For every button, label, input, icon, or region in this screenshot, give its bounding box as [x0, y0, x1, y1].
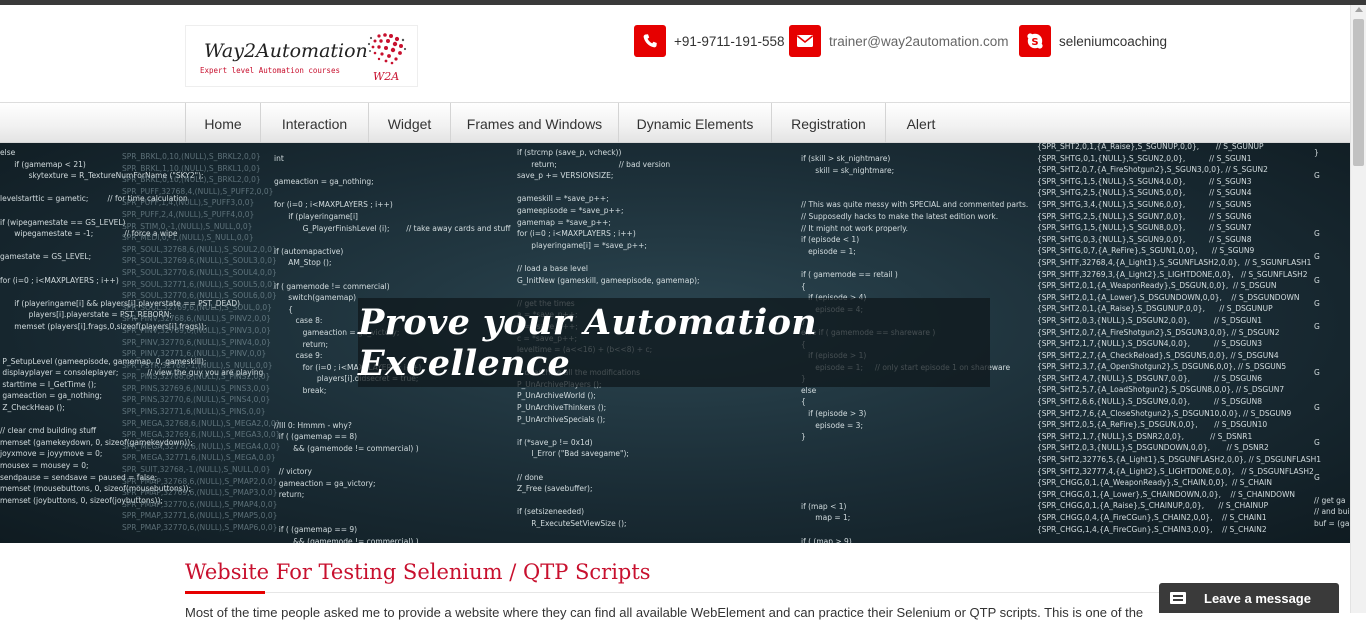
phone-icon	[634, 25, 666, 57]
skype-id: seleniumcoaching	[1059, 33, 1168, 49]
nav-frames-and-windows[interactable]: Frames and Windows	[451, 103, 619, 144]
email-address[interactable]: trainer@way2automation.com	[829, 34, 1009, 49]
nav-interaction[interactable]: Interaction	[261, 103, 369, 144]
skype-icon: S	[1019, 25, 1051, 57]
logo-subtitle: Expert level Automation courses	[200, 66, 340, 75]
hero-banner: else if (gamemap < 21) skytexture = R_Te…	[0, 143, 1350, 543]
leave-message-button[interactable]: Leave a message	[1159, 583, 1339, 613]
section-divider	[185, 592, 1165, 593]
site-logo[interactable]: Way2Automation Expert level Automation c…	[185, 25, 418, 87]
svg-text:S: S	[1031, 37, 1038, 48]
skype-contact[interactable]: S seleniumcoaching	[1019, 25, 1167, 57]
leave-message-label: Leave a message	[1204, 590, 1311, 606]
page-scrollbar[interactable]	[1350, 5, 1366, 613]
chat-icon	[1170, 592, 1186, 604]
nav-widget[interactable]: Widget	[369, 103, 451, 144]
hero-code-column: } G G G G G G G G G G // get ga // and b…	[1314, 148, 1350, 543]
section-title: Website For Testing Selenium / QTP Scrip…	[185, 560, 651, 584]
hero-code-column: SPR_BRKL,0,10,(NULL),S_BRKL2,0,0} SPR_BR…	[122, 152, 281, 532]
hero-code-column: {SPR_SHT2,0,1,{A_Raise},S_SGUNUP,0,0}, /…	[1037, 143, 1321, 534]
nav-registration[interactable]: Registration	[772, 103, 886, 144]
nav-dynamic-elements[interactable]: Dynamic Elements	[619, 103, 772, 144]
logo-mark-text: W2A	[373, 70, 399, 82]
hero-headline: Prove your Automation Excellence	[358, 301, 818, 384]
nav-alert[interactable]: Alert	[886, 103, 956, 144]
scrollbar-thumb[interactable]	[1353, 19, 1364, 166]
logo-mark-icon: W2A	[367, 33, 407, 82]
nav-home[interactable]: Home	[185, 103, 261, 144]
email-contact[interactable]: trainer@way2automation.com	[789, 25, 1009, 57]
section-title-underline	[185, 591, 265, 594]
phone-number: +91-9711-191-558	[674, 33, 785, 49]
scroll-up-arrow-icon[interactable]	[1355, 7, 1363, 12]
hero-headline-box: Prove your Automation Excellence	[358, 298, 990, 387]
main-nav: Home Interaction Widget Frames and Windo…	[0, 102, 1350, 144]
logo-title: Way2Automation	[204, 40, 368, 62]
phone-contact[interactable]: +91-9711-191-558	[634, 25, 784, 57]
site-header: Way2Automation Expert level Automation c…	[0, 5, 1350, 102]
mail-icon	[789, 25, 821, 57]
